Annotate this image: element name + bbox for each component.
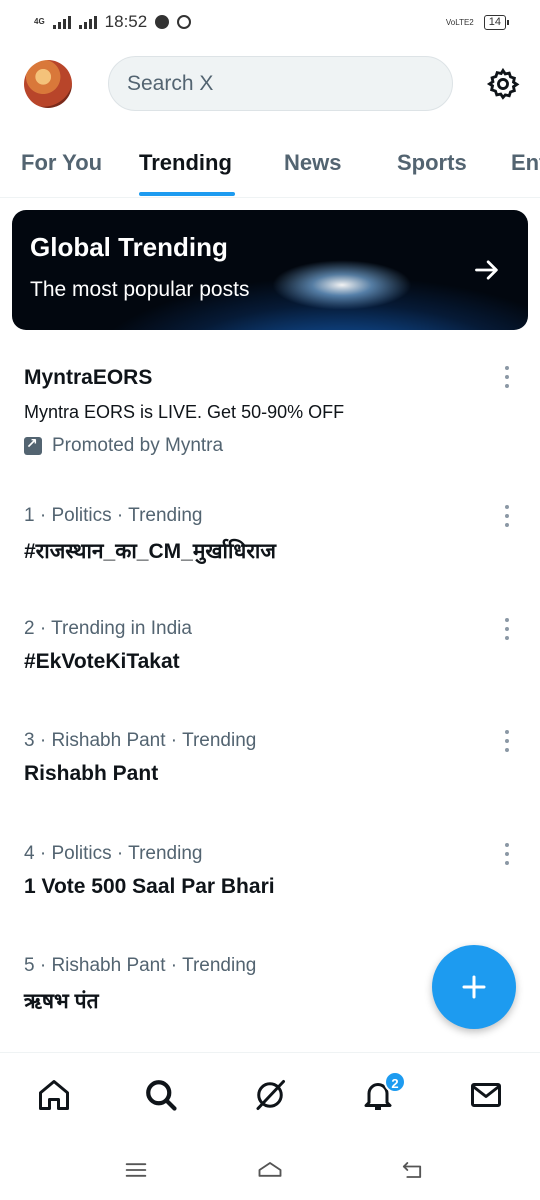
home-system-icon[interactable] [254,1156,286,1184]
trend-item[interactable]: 3 · Rishabh Pant · Trending Rishabh Pant [24,730,520,786]
gear-icon[interactable] [486,67,520,101]
status-right: VoLTE2 14 [445,14,510,30]
notifications-badge: 2 [384,1071,406,1093]
trend-headline: Rishabh Pant [24,762,159,785]
tab-bar: For You Trending News Sports Ent [0,140,540,198]
trend-meta: 2 · Trending in India [24,618,192,639]
trend-meta: 1 · Politics · Trending [24,505,203,526]
top-header: Search X [0,56,540,114]
status-bar: 4G 18:52 VoLTE2 14 [0,0,540,44]
tab-news[interactable]: News [284,150,341,176]
promoted-description: Myntra EORS is LIVE. Get 50-90% OFF [24,402,345,422]
more-options-icon[interactable] [504,366,510,388]
whatsapp-icon [177,15,192,29]
battery-level: 14 [488,15,501,28]
tab-trending[interactable]: Trending [139,150,232,176]
trend-headline: #राजस्थान_का_CM_मुर्खाधिराज [24,540,276,563]
battery-icon: 14 [483,14,510,30]
system-nav-bar [0,1140,540,1200]
more-options-icon[interactable] [504,505,510,527]
tab-sports[interactable]: Sports [397,150,467,176]
volte-label: VoLTE2 [445,17,474,27]
trend-item[interactable]: 1 · Politics · Trending #राजस्थान_का_CM_… [24,505,520,565]
avatar[interactable] [24,60,72,108]
promoted-title: MyntraEORS [24,366,153,389]
signal-2-icon [78,15,97,29]
trend-item[interactable]: 2 · Trending in India #EkVoteKiTakat [24,618,520,674]
network-type: 4G [34,17,45,26]
signal-icon [52,15,71,29]
search-input[interactable]: Search X [108,56,453,111]
promoted-label: Promoted by Myntra [24,435,520,457]
earth-glow-image [272,260,412,310]
back-icon[interactable] [396,1156,428,1184]
banner-title: Global Trending [30,232,228,262]
trend-meta: 4 · Politics · Trending [24,843,203,864]
more-options-icon[interactable] [504,843,510,865]
arrow-right-icon [475,260,498,280]
compose-post-button[interactable] [432,945,516,1029]
grok-icon[interactable] [252,1077,288,1113]
menu-icon[interactable] [120,1156,152,1184]
promoted-by-text: Promoted by Myntra [52,435,224,456]
tab-entertainment[interactable]: Ent [511,150,540,176]
search-placeholder: Search X [127,71,214,95]
status-left: 4G 18:52 [34,12,192,32]
global-trending-banner[interactable]: Global Trending The most popular posts [12,210,528,330]
search-icon[interactable] [143,1077,179,1113]
more-options-icon[interactable] [504,730,510,752]
bottom-nav: 2 [0,1052,540,1140]
trend-item[interactable]: 4 · Politics · Trending 1 Vote 500 Saal … [24,843,520,899]
promoted-item[interactable]: MyntraEORS Myntra EORS is LIVE. Get 50-9… [24,366,520,457]
banner-subtitle: The most popular posts [30,278,250,301]
more-options-icon[interactable] [504,618,510,640]
promoted-icon [24,435,42,455]
messenger-icon [155,15,170,29]
trend-headline: 1 Vote 500 Saal Par Bhari [24,875,275,898]
mail-icon[interactable] [468,1077,504,1113]
tab-for-you[interactable]: For You [21,150,102,176]
active-tab-indicator [139,192,235,196]
trend-meta: 3 · Rishabh Pant · Trending [24,730,257,751]
home-icon[interactable] [36,1077,72,1113]
plus-icon [462,975,486,999]
clock: 18:52 [104,12,148,31]
trend-headline: #EkVoteKiTakat [24,650,180,673]
